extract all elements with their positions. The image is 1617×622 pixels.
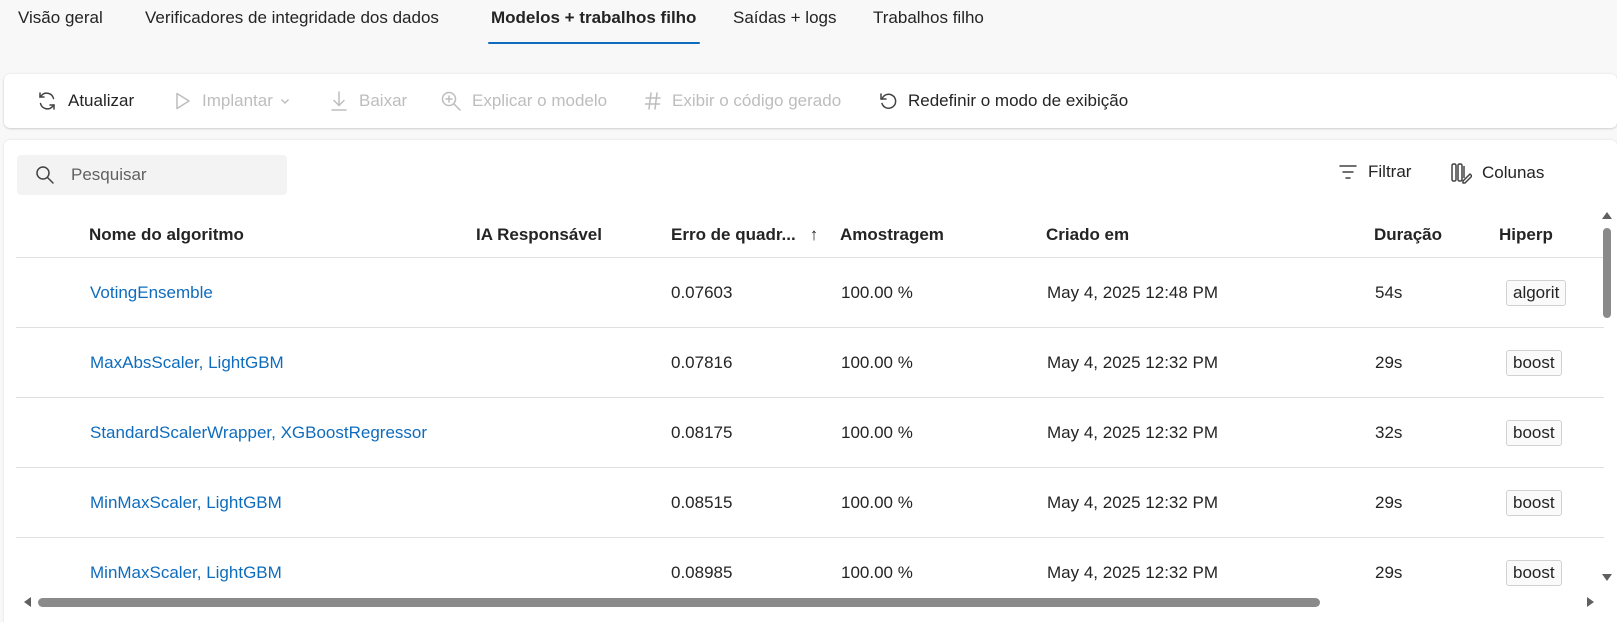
hyperparams-chip[interactable]: boost (1506, 559, 1562, 586)
hyperparams-cell: boost (1506, 398, 1562, 467)
sampling-cell: 100.00 % (841, 352, 913, 372)
scroll-right-arrow-icon[interactable] (1587, 597, 1594, 607)
play-icon (176, 92, 190, 110)
columns-label: Colunas (1482, 163, 1545, 182)
reset-icon (880, 93, 897, 109)
created-cell: May 4, 2025 12:32 PM (1047, 562, 1219, 582)
table-row[interactable]: StandardScalerWrapper, XGBoostRegressor … (16, 398, 1604, 468)
tab-bar: Visão geral Verificadores de integridade… (0, 0, 1617, 48)
tab-child-jobs[interactable]: Trabalhos filho (873, 8, 984, 28)
refresh-icon (39, 92, 55, 110)
scroll-left-arrow-icon[interactable] (24, 597, 31, 607)
view-generated-code-button[interactable]: Exibir o código gerado (644, 74, 841, 128)
duration-cell: 54s (1375, 282, 1403, 302)
algorithm-link[interactable]: MinMaxScaler, LightGBM (90, 538, 282, 590)
error-cell: 0.07603 (671, 282, 733, 302)
created-cell: May 4, 2025 12:32 PM (1047, 352, 1219, 372)
error-cell: 0.08175 (671, 422, 733, 442)
reset-view-button[interactable]: Redefinir o modo de exibição (878, 74, 1128, 128)
hyperparams-cell: boost (1506, 328, 1562, 397)
reset-view-label: Redefinir o modo de exibição (908, 91, 1129, 110)
error-cell: 0.08515 (671, 492, 733, 512)
download-button[interactable]: Baixar (329, 74, 407, 128)
scroll-up-arrow-icon[interactable] (1602, 212, 1612, 219)
search-icon (36, 166, 54, 184)
hyperparams-chip[interactable]: algorit (1506, 279, 1567, 306)
table-row[interactable]: VotingEnsemble 0.07603 100.00 % May 4, 2… (16, 258, 1604, 328)
chevron-down-icon (280, 99, 289, 104)
command-toolbar: Atualizar Implantar Baixar Explicar o mo… (4, 74, 1617, 128)
sampling-cell: 100.00 % (841, 422, 913, 442)
download-icon (331, 91, 347, 111)
algorithm-link[interactable]: StandardScalerWrapper, XGBoostRegressor (90, 398, 427, 467)
created-cell: May 4, 2025 12:48 PM (1047, 282, 1219, 302)
tab-outputs-logs[interactable]: Saídas + logs (733, 8, 837, 28)
filter-label: Filtrar (1368, 162, 1412, 181)
hyperparams-chip[interactable]: boost (1506, 489, 1562, 516)
tab-data-guardrails[interactable]: Verificadores de integridade dos dados (145, 8, 439, 28)
hyperparams-chip[interactable]: boost (1506, 419, 1562, 446)
created-cell: May 4, 2025 12:32 PM (1047, 422, 1219, 442)
tab-overview[interactable]: Visão geral (18, 8, 103, 28)
active-tab-indicator (488, 42, 700, 44)
deploy-label: Implantar (202, 91, 273, 110)
filter-icon (1339, 165, 1357, 179)
sampling-cell: 100.00 % (841, 562, 913, 582)
hyperparams-cell: algorit (1506, 258, 1567, 327)
algorithm-link[interactable]: MinMaxScaler, LightGBM (90, 468, 282, 537)
hashtag-icon (644, 92, 661, 110)
tab-models-child-jobs[interactable]: Modelos + trabalhos filho (491, 8, 696, 28)
columns-button[interactable]: Colunas (1450, 162, 1544, 184)
duration-cell: 29s (1375, 492, 1403, 512)
models-panel: Filtrar Colunas Nome do algoritmo IA Res… (4, 140, 1617, 622)
header-hyperparameters[interactable]: Hiperp (1499, 212, 1553, 257)
search-input[interactable] (71, 165, 251, 185)
sampling-cell: 100.00 % (841, 282, 913, 302)
error-cell: 0.08985 (671, 562, 733, 582)
header-error-label: Erro de quadr... (671, 224, 796, 244)
header-responsible-ai[interactable]: IA Responsável (476, 212, 602, 257)
hyperparams-chip[interactable]: boost (1506, 349, 1562, 376)
vertical-scrollbar[interactable] (1601, 212, 1613, 588)
duration-cell: 32s (1375, 422, 1403, 442)
header-error[interactable]: Erro de quadr... ↑ (671, 212, 818, 257)
hyperparams-cell: boost (1506, 538, 1562, 590)
created-cell: May 4, 2025 12:32 PM (1047, 492, 1219, 512)
explain-model-button[interactable]: Explicar o modelo (440, 74, 607, 128)
horizontal-scroll-thumb[interactable] (38, 598, 1320, 607)
explain-model-label: Explicar o modelo (472, 91, 608, 110)
header-duration[interactable]: Duração (1374, 212, 1442, 257)
table-row[interactable]: MaxAbsScaler, LightGBM 0.07816 100.00 % … (16, 328, 1604, 398)
header-sampling[interactable]: Amostragem (840, 212, 944, 257)
deploy-button[interactable]: Implantar (174, 74, 291, 128)
header-created-on[interactable]: Criado em (1046, 212, 1129, 257)
table-row[interactable]: MinMaxScaler, LightGBM 0.08515 100.00 % … (16, 468, 1604, 538)
sort-ascending-icon: ↑ (809, 224, 819, 244)
zoom-in-icon (441, 91, 461, 111)
algorithm-link[interactable]: MaxAbsScaler, LightGBM (90, 328, 284, 397)
horizontal-scrollbar[interactable] (16, 595, 1600, 609)
hyperparams-cell: boost (1506, 468, 1562, 537)
duration-cell: 29s (1375, 352, 1403, 372)
error-cell: 0.07816 (671, 352, 733, 372)
download-label: Baixar (359, 91, 408, 110)
scroll-down-arrow-icon[interactable] (1602, 574, 1612, 581)
algorithm-link[interactable]: VotingEnsemble (90, 258, 213, 327)
columns-edit-icon (1451, 163, 1472, 184)
vertical-scroll-thumb[interactable] (1603, 228, 1611, 318)
refresh-button[interactable]: Atualizar (36, 74, 134, 128)
models-table: Nome do algoritmo IA Responsável Erro de… (16, 212, 1604, 590)
duration-cell: 29s (1375, 562, 1403, 582)
header-algorithm-name[interactable]: Nome do algoritmo (89, 212, 244, 257)
view-generated-code-label: Exibir o código gerado (672, 91, 842, 110)
table-row[interactable]: MinMaxScaler, LightGBM 0.08985 100.00 % … (16, 538, 1604, 590)
refresh-label: Atualizar (68, 91, 135, 110)
search-box (17, 155, 287, 195)
filter-button[interactable]: Filtrar (1338, 162, 1411, 182)
sampling-cell: 100.00 % (841, 492, 913, 512)
